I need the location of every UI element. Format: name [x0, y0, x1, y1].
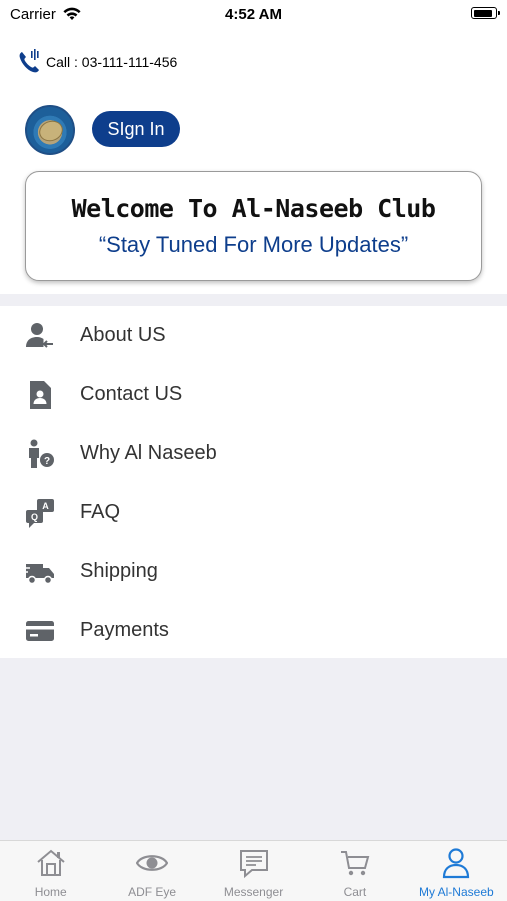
welcome-card: Welcome To Al-Naseeb Club “Stay Tuned Fo… — [25, 171, 482, 281]
truck-icon — [24, 564, 54, 585]
tab-cart[interactable]: Cart — [304, 841, 405, 901]
menu-item-why-al-naseeb[interactable]: ? Why Al Naseeb — [0, 424, 507, 483]
user-arrow-icon — [26, 323, 53, 348]
phone-call-icon — [19, 49, 39, 73]
logo-emblem — [36, 117, 66, 145]
eye-icon — [136, 855, 169, 871]
menu-item-faq[interactable]: A Q FAQ — [0, 483, 507, 542]
menu-label: FAQ — [80, 501, 121, 523]
tab-label: ADF Eye — [128, 885, 177, 899]
tab-home[interactable]: Home — [0, 841, 101, 901]
menu-list: About US Contact US ? Why Al Naseeb A Q … — [0, 306, 507, 660]
menu-item-shipping[interactable]: Shipping — [0, 542, 507, 601]
cart-icon — [340, 851, 370, 876]
menu-item-contact-us[interactable]: Contact US — [0, 365, 507, 424]
tab-label: My Al-Naseeb — [418, 885, 494, 899]
svg-text:A: A — [42, 501, 49, 511]
battery-level — [473, 9, 492, 17]
message-icon — [239, 850, 268, 879]
tab-my-al-naseeb[interactable]: My Al-Naseeb — [406, 841, 507, 901]
tab-label: Home — [34, 885, 67, 899]
person-question-icon: ? — [29, 439, 54, 468]
section-divider — [0, 294, 507, 306]
status-time: 4:52 AM — [225, 6, 282, 23]
menu-label: Why Al Naseeb — [80, 442, 217, 464]
menu-label: Payments — [80, 619, 169, 641]
sign-in-button[interactable]: SIgn In — [92, 111, 180, 147]
svg-text:Q: Q — [31, 512, 38, 522]
tab-bar: Home ADF Eye Messenger Cart My Al-Naseeb — [0, 840, 507, 901]
user-icon — [443, 848, 470, 879]
call-number: Call : 03-111-111-456 — [46, 54, 178, 70]
menu-label: About US — [80, 324, 166, 346]
club-logo — [25, 105, 75, 155]
tab-label: Cart — [343, 885, 367, 899]
tab-label: Messenger — [223, 885, 284, 899]
credit-card-icon — [26, 621, 54, 641]
contact-card-icon — [30, 381, 51, 409]
menu-item-payments[interactable]: Payments — [0, 601, 507, 660]
menu-item-about-us[interactable]: About US — [0, 306, 507, 365]
call-row[interactable]: Call : 03-111-111-456 — [16, 48, 177, 76]
welcome-title: Welcome To Al-Naseeb Club — [71, 194, 436, 223]
menu-label: Shipping — [80, 560, 158, 582]
welcome-subtitle: “Stay Tuned For More Updates” — [98, 232, 409, 257]
svg-text:?: ? — [44, 456, 50, 467]
tab-messenger[interactable]: Messenger — [203, 841, 304, 901]
home-icon — [37, 849, 65, 876]
battery-icon — [471, 7, 500, 19]
status-bar: Carrier 4:52 AM — [0, 0, 507, 28]
empty-background — [0, 658, 507, 840]
tab-adf-eye[interactable]: ADF Eye — [101, 841, 202, 901]
faq-bubbles-icon: A Q — [26, 499, 54, 528]
menu-label: Contact US — [80, 383, 183, 405]
